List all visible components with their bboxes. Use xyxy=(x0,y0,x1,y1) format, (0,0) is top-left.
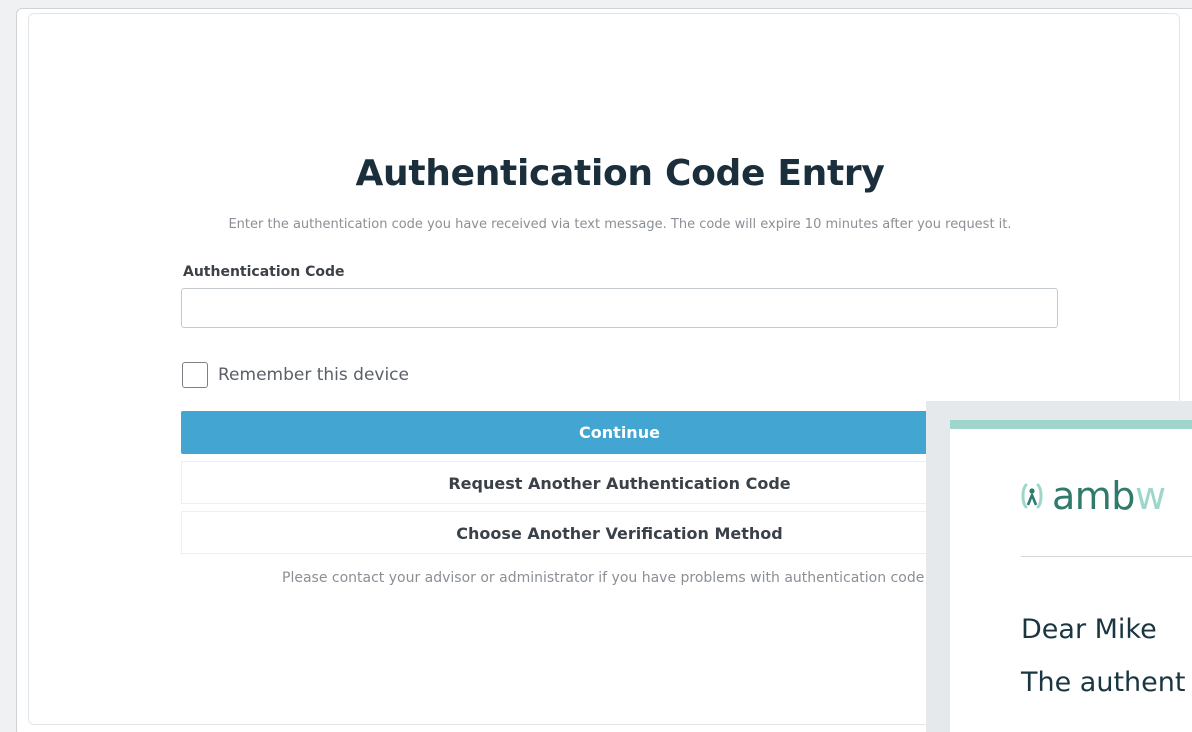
remember-device[interactable]: Remember this device xyxy=(182,362,409,388)
brand-name-main: amb xyxy=(1052,474,1135,518)
page: Authentication Code Entry Enter the auth… xyxy=(0,0,1192,732)
authentication-code-label: Authentication Code xyxy=(183,264,345,280)
page-subtitle: Enter the authentication code you have r… xyxy=(228,217,1012,232)
brand-name-faded: w xyxy=(1134,474,1166,518)
authentication-code-input[interactable] xyxy=(181,288,1058,328)
email-brand: ambw xyxy=(1020,474,1166,518)
brand-name: ambw xyxy=(1052,474,1166,518)
contact-help-text: Please contact your advisor or administr… xyxy=(282,570,938,586)
email-body-line: The authent xyxy=(1021,667,1186,698)
brand-logo-icon xyxy=(1021,483,1043,509)
page-title: Authentication Code Entry xyxy=(355,153,885,194)
remember-device-checkbox[interactable] xyxy=(182,362,208,388)
email-divider xyxy=(1021,556,1192,557)
remember-device-label: Remember this device xyxy=(218,365,409,385)
email-greeting: Dear Mike xyxy=(1021,614,1157,645)
